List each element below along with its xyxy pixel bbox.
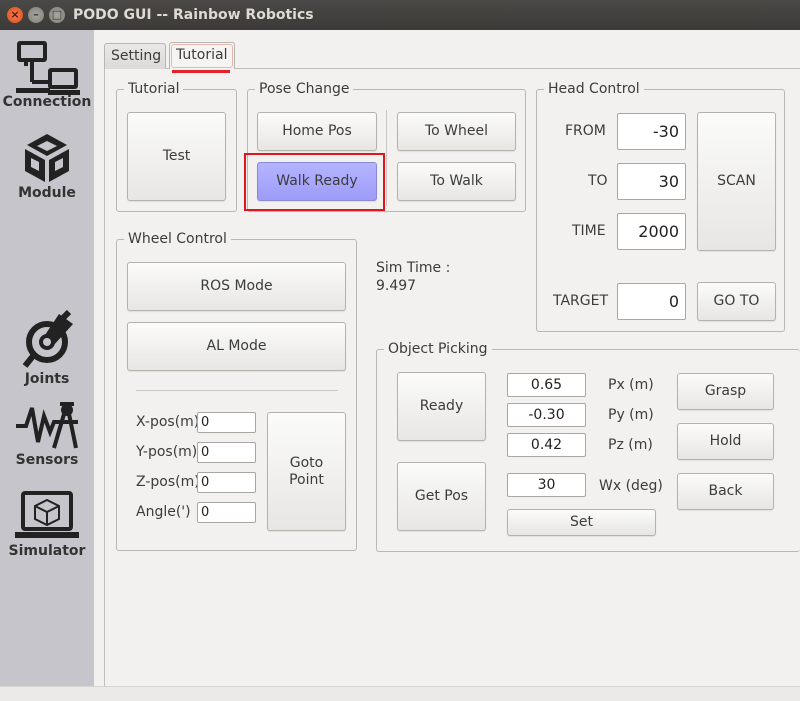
time-label: TIME: [572, 223, 606, 239]
simulator-icon: [15, 491, 79, 538]
wx-label: Wx (deg): [599, 478, 663, 494]
target-field[interactable]: [617, 283, 686, 320]
status-bar: [0, 686, 800, 701]
y-pos-label: Y-pos(m): [136, 444, 198, 460]
ros-mode-button[interactable]: ROS Mode: [127, 262, 346, 311]
sidebar-item-simulator[interactable]: Simulator: [0, 490, 94, 559]
connection-icon: [16, 41, 80, 95]
module-icon: [25, 134, 69, 182]
pose-change-separator: [386, 110, 387, 206]
grasp-button[interactable]: Grasp: [677, 373, 774, 410]
to-walk-button[interactable]: To Walk: [397, 162, 516, 201]
window-title: PODO GUI -- Rainbow Robotics: [73, 7, 314, 23]
sidebar-item-module[interactable]: Module: [0, 132, 94, 201]
sidebar-item-connection[interactable]: Connection: [0, 40, 94, 110]
sensors-icon: [16, 402, 78, 449]
y-pos-field[interactable]: [197, 442, 256, 463]
group-title: Pose Change: [255, 80, 354, 98]
pz-label: Pz (m): [608, 437, 653, 453]
set-button[interactable]: Set: [507, 509, 656, 536]
from-field[interactable]: [617, 113, 686, 150]
sidebar-item-joints[interactable]: Joints: [0, 310, 94, 387]
to-wheel-button[interactable]: To Wheel: [397, 112, 516, 151]
al-mode-button[interactable]: AL Mode: [127, 322, 346, 371]
get-pos-button[interactable]: Get Pos: [397, 462, 486, 531]
goto-point-button[interactable]: Goto Point: [267, 412, 346, 531]
tab-label: Setting: [111, 48, 162, 64]
py-field[interactable]: [507, 403, 586, 427]
tab-focus-frame: [171, 44, 233, 68]
sim-time-value: 9.497: [376, 278, 417, 294]
wx-field[interactable]: [507, 473, 586, 497]
scan-button[interactable]: SCAN: [697, 112, 776, 251]
title-bar: × – □ PODO GUI -- Rainbow Robotics: [0, 0, 800, 30]
hold-button[interactable]: Hold: [677, 423, 774, 460]
close-icon[interactable]: ×: [7, 7, 23, 23]
wheel-separator: [136, 390, 338, 391]
to-field[interactable]: [617, 163, 686, 200]
sidebar-item-label: Joints: [24, 371, 70, 387]
py-label: Py (m): [608, 407, 654, 423]
sim-time-label: Sim Time :: [376, 260, 451, 276]
sidebar-item-label: Sensors: [15, 452, 79, 468]
sidebar-item-label: Connection: [2, 94, 92, 110]
minimize-icon[interactable]: –: [28, 7, 44, 23]
x-pos-label: X-pos(m): [136, 414, 200, 430]
to-label: TO: [588, 173, 608, 189]
back-button[interactable]: Back: [677, 473, 774, 510]
group-title: Wheel Control: [124, 230, 231, 248]
target-label: TARGET: [553, 293, 609, 309]
px-label: Px (m): [608, 377, 654, 393]
test-button[interactable]: Test: [127, 112, 226, 201]
goto-button[interactable]: GO TO: [697, 282, 776, 321]
px-field[interactable]: [507, 373, 586, 397]
joints-icon: [22, 310, 73, 368]
tab-underline-annotation: [172, 70, 230, 73]
z-pos-field[interactable]: [197, 472, 256, 493]
angle-label: Angle('): [136, 504, 191, 520]
x-pos-field[interactable]: [197, 412, 256, 433]
ready-button[interactable]: Ready: [397, 372, 486, 441]
group-title: Tutorial: [124, 80, 184, 98]
from-label: FROM: [565, 123, 606, 139]
group-title: Head Control: [544, 80, 644, 98]
group-title: Object Picking: [384, 340, 492, 358]
tab-setting[interactable]: Setting: [104, 43, 166, 69]
time-field[interactable]: [617, 213, 686, 250]
home-pos-button[interactable]: Home Pos: [257, 112, 377, 151]
maximize-icon[interactable]: □: [49, 7, 65, 23]
sidebar-item-label: Module: [18, 185, 76, 201]
sidebar-item-sensors[interactable]: Sensors: [0, 396, 94, 468]
angle-field[interactable]: [197, 502, 256, 523]
z-pos-label: Z-pos(m): [136, 474, 200, 490]
pz-field[interactable]: [507, 433, 586, 457]
sidebar: Connection Module Joints Sensors Simulat…: [0, 30, 94, 686]
walk-ready-annotation: [244, 153, 385, 211]
sidebar-item-label: Simulator: [8, 543, 86, 559]
